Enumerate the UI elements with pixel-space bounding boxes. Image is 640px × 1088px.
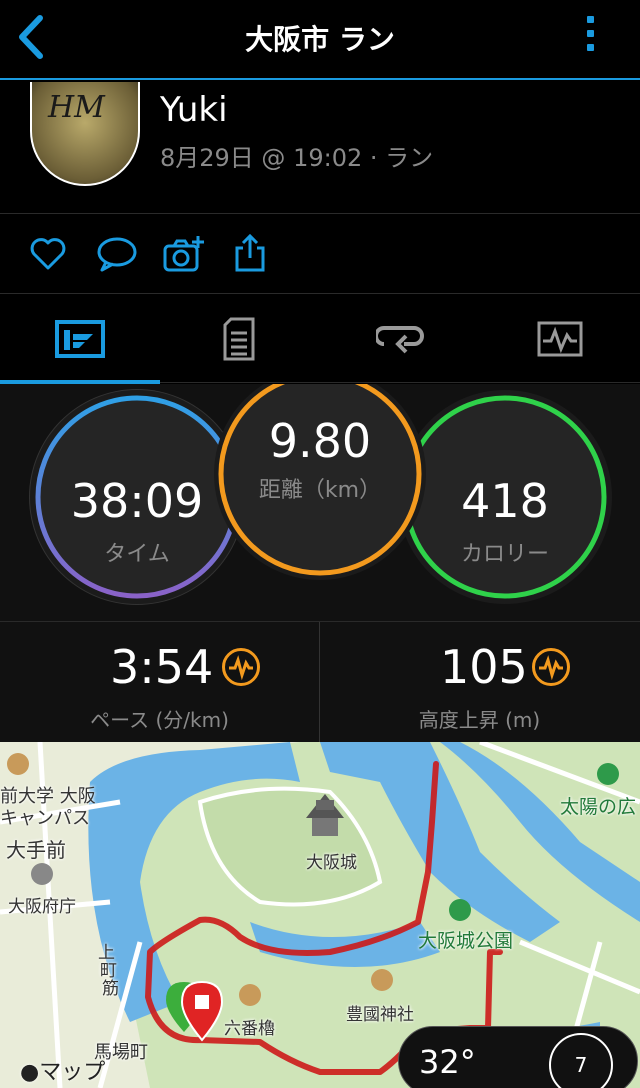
elevation-label: 高度上昇 (m) xyxy=(418,708,541,732)
summary-icon xyxy=(55,320,105,358)
pace-metric: 3:54 ペース (分/km) xyxy=(0,622,319,742)
map-label-prefoffice: 大阪府庁 xyxy=(8,897,76,917)
tab-summary[interactable] xyxy=(0,295,160,384)
add-photo-button[interactable] xyxy=(162,234,206,274)
elevation-chart-icon[interactable] xyxy=(532,648,570,686)
dot xyxy=(586,44,594,51)
calories-value: 418 xyxy=(461,474,549,528)
heart-icon xyxy=(30,238,66,270)
summary-stats: 38:09 タイム 418 カロリー 9.80 距離（km） xyxy=(0,384,640,622)
shrine-icon xyxy=(371,969,393,991)
tab-details[interactable] xyxy=(160,295,320,383)
top-bar: 大阪市 ラン xyxy=(0,0,640,80)
activity-meta: 8月29日 @ 19:02 · ラン xyxy=(160,144,434,172)
landmark-icon xyxy=(239,984,261,1006)
activity-tabs xyxy=(0,295,640,384)
wind-indicator: 7 xyxy=(549,1033,613,1088)
time-label: タイム xyxy=(104,542,170,567)
comment-button[interactable] xyxy=(96,234,137,274)
map-label-rokuban: 六番櫓 xyxy=(224,1019,275,1039)
share-button[interactable] xyxy=(232,233,272,274)
park-icon xyxy=(597,763,619,785)
map-label-kamimachi-3: 筋 xyxy=(102,979,119,999)
vertical-dots-icon xyxy=(586,16,594,23)
elevation-value: 105 xyxy=(440,640,528,694)
pulse-icon xyxy=(539,655,563,681)
more-options-button[interactable] xyxy=(580,16,600,60)
building-icon xyxy=(31,863,53,885)
tab-charts[interactable] xyxy=(480,295,640,383)
distance-value: 9.80 xyxy=(268,414,372,468)
secondary-metrics: 3:54 ペース (分/km) 105 高度上昇 (m) xyxy=(0,622,640,742)
map-label-castle: 大阪城 xyxy=(306,853,357,873)
pace-label: ペース (分/km) xyxy=(90,708,229,732)
avatar[interactable]: HM xyxy=(30,82,140,186)
distance-stat: 9.80 距離（km） xyxy=(214,384,426,580)
page-title: 大阪市 ラン xyxy=(245,23,395,56)
activity-profile: HM Yuki 8月29日 @ 19:02 · ラン xyxy=(0,82,640,214)
park-icon xyxy=(449,899,471,921)
laps-icon xyxy=(376,326,424,354)
like-button[interactable] xyxy=(28,234,68,274)
share-icon xyxy=(235,233,265,272)
details-icon xyxy=(223,317,255,361)
map-attribution: ●マップ xyxy=(20,1054,105,1086)
temperature: 32° xyxy=(419,1043,476,1081)
map-label-campus: キャンパス xyxy=(0,808,90,829)
user-name[interactable]: Yuki xyxy=(160,90,228,130)
apple-logo-icon: ● xyxy=(20,1060,40,1085)
weather-widget[interactable]: 32° 7 xyxy=(398,1026,638,1088)
time-value: 38:09 xyxy=(70,474,204,528)
school-icon xyxy=(7,753,29,775)
tab-laps[interactable] xyxy=(320,295,480,383)
pace-chart-icon[interactable] xyxy=(222,648,260,686)
distance-label: 距離（km） xyxy=(258,478,382,503)
map-label-otemae: 大手前 xyxy=(6,838,66,862)
comment-icon xyxy=(97,237,137,272)
pace-value: 3:54 xyxy=(110,640,214,694)
wind-speed: 7 xyxy=(574,1053,588,1077)
social-actions xyxy=(0,214,640,294)
camera-add-icon xyxy=(163,236,204,272)
charts-icon xyxy=(537,321,583,357)
avatar-text: HM xyxy=(48,90,105,125)
pulse-icon xyxy=(229,655,253,681)
calories-stat: 418 カロリー xyxy=(398,390,612,604)
map-attribution-text: マップ xyxy=(39,1060,106,1085)
time-stat: 38:09 タイム xyxy=(30,390,244,604)
map-label-taiyo: 太陽の広 xyxy=(560,796,637,818)
dot xyxy=(586,30,594,37)
calories-label: カロリー xyxy=(460,542,549,567)
map-label-park: 大阪城公園 xyxy=(418,930,514,952)
elevation-metric: 105 高度上昇 (m) xyxy=(320,622,639,742)
map-label-shrine: 豊國神社 xyxy=(346,1005,414,1025)
